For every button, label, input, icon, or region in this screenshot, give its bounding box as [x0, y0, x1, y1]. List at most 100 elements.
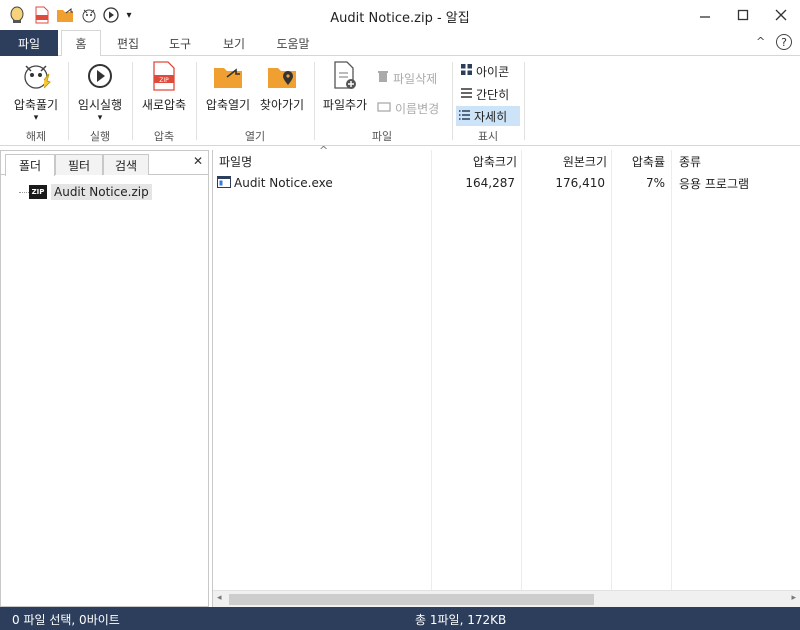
type-cell: 응용 프로그램: [679, 176, 750, 191]
run-label: 임시실행: [77, 98, 123, 112]
ribbon-separator: [196, 62, 197, 140]
file-list: ^ 파일명 압축크기 원본크기 압축률 종류 Audit Notice.exe …: [212, 144, 800, 607]
folder-pane: 폴더 필터 검색 ✕ ZIP Audit Notice.zip: [0, 150, 209, 607]
column-divider: [521, 150, 522, 590]
tab-file[interactable]: 파일: [0, 30, 58, 56]
left-pane-tabs: 폴더 필터 검색 ✕: [1, 151, 208, 176]
original-size-cell: 176,410: [555, 176, 605, 190]
ratio-cell: 7%: [645, 176, 665, 190]
alzip-logo-icon[interactable]: [8, 5, 26, 25]
extract-button[interactable]: 압축풀기 ▾: [8, 60, 64, 123]
column-header-name[interactable]: 파일명: [219, 150, 252, 172]
zip-archive-icon: ZIP: [29, 185, 47, 199]
new-zip-button[interactable]: ZIP 새로압축: [136, 60, 192, 113]
open-folder-icon[interactable]: [56, 5, 74, 25]
column-header-compressed[interactable]: 압축크기: [433, 150, 517, 172]
extract-label: 압축풀기: [13, 98, 59, 112]
trash-icon: [377, 70, 389, 86]
extract-caret[interactable]: ▾: [8, 113, 64, 123]
maximize-button[interactable]: [724, 0, 762, 30]
grid-icon: [461, 64, 472, 78]
horizontal-scrollbar[interactable]: ◂ ▸: [213, 590, 800, 607]
window-title: Audit Notice.zip - 알집: [330, 11, 470, 26]
close-button[interactable]: [762, 0, 800, 30]
delete-file-label: 파일삭제: [393, 71, 438, 86]
file-name: Audit Notice.exe: [234, 176, 333, 190]
detail-list-icon: [459, 109, 470, 123]
rename-icon: [377, 101, 391, 115]
play-icon[interactable]: [102, 5, 120, 25]
tab-search[interactable]: 검색: [103, 154, 149, 175]
column-divider: [671, 150, 672, 590]
status-total: 총 1파일, 172KB: [415, 613, 507, 627]
minimize-button[interactable]: [686, 0, 724, 30]
column-divider: [611, 150, 612, 590]
locate-folder-icon: [266, 60, 298, 92]
status-bar: 0 파일 선택, 0바이트 총 1파일, 172KB: [0, 607, 800, 630]
view-simple-button[interactable]: 간단히: [458, 84, 512, 104]
ribbon-separator: [68, 62, 69, 140]
collapse-ribbon-icon[interactable]: ^: [756, 35, 765, 48]
tab-folder[interactable]: 폴더: [5, 154, 55, 176]
column-header-original[interactable]: 원본크기: [523, 150, 607, 172]
dropdown-caret-icon[interactable]: ▾: [123, 5, 135, 25]
list-icon: [461, 87, 472, 101]
group-extract-label: 해제: [25, 130, 47, 143]
close-pane-icon[interactable]: ✕: [193, 154, 203, 168]
column-header-ratio[interactable]: 압축률: [613, 150, 665, 172]
view-icon-label: 아이콘: [476, 64, 510, 79]
run-button[interactable]: 임시실행 ▾: [72, 60, 128, 123]
extract-icon: [20, 60, 52, 92]
ribbon-tab-row: 파일 홈 편집 도구 보기 도움말 ^ ?: [0, 30, 800, 57]
scroll-right-icon[interactable]: ▸: [791, 593, 796, 603]
scroll-left-icon[interactable]: ◂: [217, 593, 222, 603]
view-detail-label: 자세히: [474, 109, 508, 124]
tab-help[interactable]: 도움말: [270, 30, 316, 56]
title-bar: ▾ Audit Notice.zip - 알집: [0, 0, 800, 30]
open-zip-button[interactable]: 압축열기: [200, 60, 256, 113]
run-caret[interactable]: ▾: [72, 113, 128, 123]
mascot-icon[interactable]: [80, 5, 98, 25]
view-detail-button[interactable]: 자세히: [456, 106, 520, 126]
column-header-type[interactable]: 종류: [679, 150, 701, 172]
scrollbar-thumb[interactable]: [229, 594, 594, 605]
compressed-size-cell: 164,287: [465, 176, 515, 190]
svg-text:ZIP: ZIP: [159, 77, 169, 84]
ribbon-separator: [314, 62, 315, 140]
exe-file-icon: [217, 175, 231, 191]
add-file-button[interactable]: 파일추가: [318, 60, 372, 113]
group-zip-label: 압축: [153, 130, 175, 143]
group-run-label: 실행: [89, 130, 111, 143]
tree-connector: [19, 191, 29, 193]
delete-file-button[interactable]: 파일삭제: [374, 68, 440, 88]
zip-file-icon: ZIP: [148, 60, 180, 92]
group-open-label: 열기: [244, 130, 266, 143]
ribbon-separator: [524, 62, 525, 140]
sort-arrow-icon: ^: [319, 144, 329, 157]
group-view-label: 표시: [477, 130, 499, 143]
group-file-label: 파일: [371, 130, 393, 143]
ribbon-separator: [132, 62, 133, 140]
status-selection: 0 파일 선택, 0바이트: [12, 613, 120, 627]
add-file-icon: [329, 60, 361, 92]
locate-label: 찾아가기: [259, 98, 305, 112]
tab-view[interactable]: 보기: [214, 30, 254, 56]
ribbon: 압축풀기 ▾ 해제 임시실행 ▾ 실행 ZIP 새로압축 압축 압축열기 찾아가…: [0, 56, 800, 146]
tab-tools[interactable]: 도구: [160, 30, 200, 56]
tree-item-label: Audit Notice.zip: [51, 184, 152, 200]
tree-item-zip[interactable]: ZIP Audit Notice.zip: [19, 183, 152, 201]
tab-edit[interactable]: 편집: [108, 30, 148, 56]
help-icon[interactable]: ?: [776, 34, 792, 50]
open-zip-label: 압축열기: [205, 98, 251, 112]
view-simple-label: 간단히: [476, 87, 510, 102]
zip-file-icon[interactable]: [33, 5, 51, 25]
tab-home[interactable]: 홈: [61, 30, 101, 57]
file-name-cell: Audit Notice.exe: [217, 174, 333, 192]
rename-label: 이름변경: [395, 101, 440, 116]
column-divider: [431, 150, 432, 590]
tab-filter[interactable]: 필터: [55, 154, 103, 175]
view-icon-button[interactable]: 아이콘: [458, 61, 512, 81]
new-zip-label: 새로압축: [141, 98, 187, 112]
locate-button[interactable]: 찾아가기: [254, 60, 310, 113]
rename-button[interactable]: 이름변경: [374, 98, 442, 118]
